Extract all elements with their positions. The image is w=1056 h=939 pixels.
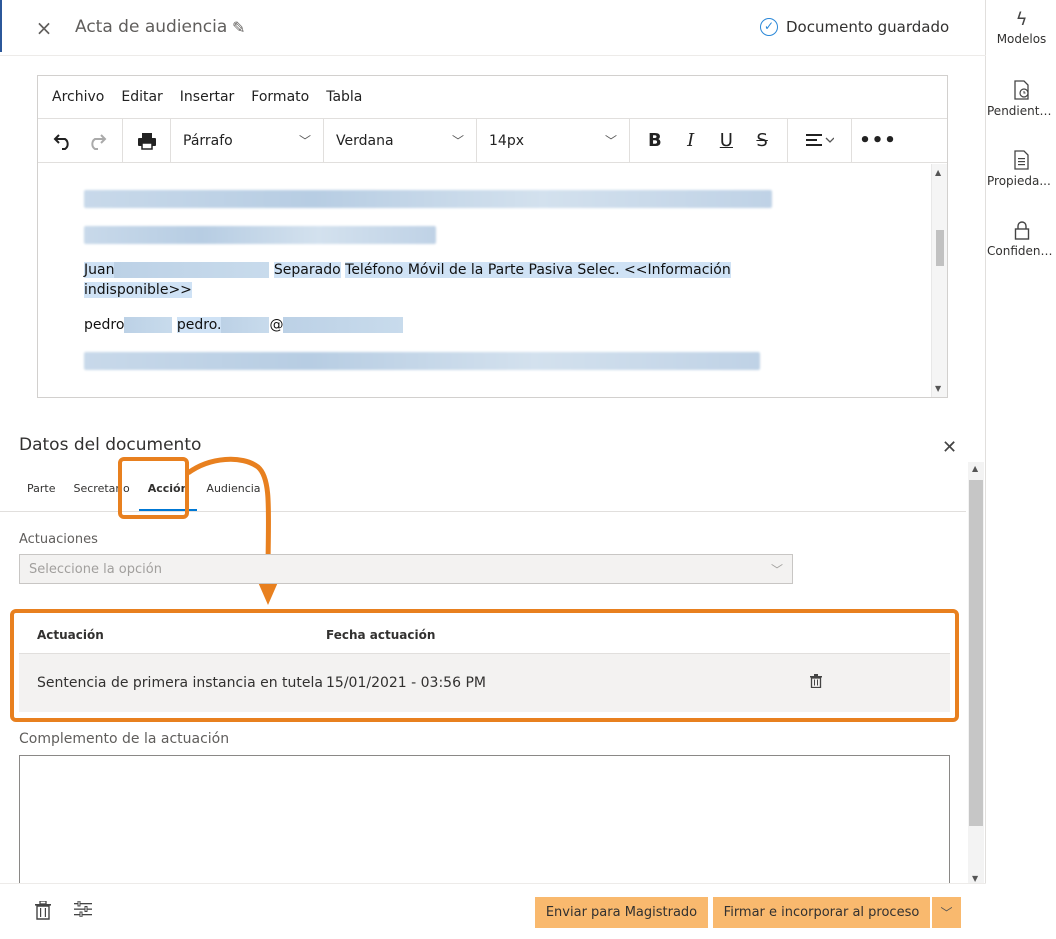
actuaciones-placeholder: Seleccione la opción [29, 561, 162, 577]
menu-insertar[interactable]: Insertar [180, 89, 235, 105]
redacted-text [84, 352, 760, 370]
scroll-up-icon[interactable]: ▲ [935, 168, 941, 177]
strikethrough-icon[interactable]: S [745, 126, 779, 156]
editor-content[interactable]: Juan Separado Teléfono Móvil de la Parte… [38, 164, 933, 397]
redacted-text [84, 226, 436, 244]
party-line-cont: indisponible>> [84, 282, 192, 298]
scroll-down-icon[interactable]: ▼ [972, 874, 978, 883]
menu-archivo[interactable]: Archivo [52, 89, 104, 105]
rail-item-label: Pendiente... [987, 104, 1056, 118]
menu-editar[interactable]: Editar [121, 89, 162, 105]
rail-item-modelos[interactable]: ϟ Modelos [987, 8, 1056, 46]
right-rail: ϟ Modelos Pendiente... Propieda... Confi… [987, 0, 1056, 939]
edit-title-icon[interactable]: ✎ [232, 18, 245, 37]
font-family-select[interactable]: Verdana ﹀ [324, 119, 477, 162]
send-magistrado-button[interactable]: Enviar para Magistrado [535, 897, 708, 928]
italic-icon[interactable]: I [674, 126, 708, 156]
chevron-down-icon: ﹀ [770, 562, 783, 577]
actuaciones-label: Actuaciones [19, 532, 98, 547]
document-clock-icon [987, 80, 1056, 104]
rich-text-editor: Archivo Editar Insertar Formato Tabla Pá… [37, 75, 948, 398]
history-group [38, 119, 123, 162]
tab-parte[interactable]: Parte [18, 475, 64, 511]
complemento-textarea[interactable] [19, 755, 950, 885]
party-line: Juan Separado Teléfono Móvil de la Parte… [84, 262, 731, 278]
chevron-down-icon: ﹀ [940, 906, 953, 920]
print-group [123, 119, 171, 162]
email-name-2: pedro. [176, 317, 222, 333]
font-family-value: Verdana [336, 132, 394, 149]
trash-icon[interactable] [35, 900, 51, 925]
block-format-select[interactable]: Párrafo ﹀ [171, 119, 324, 162]
redacted-text [221, 317, 270, 333]
tab-highlight-box [118, 457, 189, 519]
scroll-up-icon[interactable]: ▲ [972, 464, 978, 473]
panel-scrollbar[interactable]: ▲ ▼ [968, 462, 984, 885]
bold-icon[interactable]: B [638, 126, 672, 156]
party-first-name: Juan [84, 262, 115, 278]
chevron-down-icon: ﹀ [298, 134, 311, 148]
sign-incorporate-button[interactable]: Firmar e incorporar al proceso [713, 897, 930, 928]
underline-icon[interactable]: U [710, 126, 744, 156]
check-circle-icon: ✓ [760, 18, 778, 36]
email-name: pedro [84, 317, 125, 333]
menu-tabla[interactable]: Tabla [326, 89, 362, 105]
undo-icon[interactable] [46, 126, 80, 156]
rail-item-label: Confidenc... [987, 244, 1056, 258]
rail-item-pendientes[interactable]: Pendiente... [987, 80, 1056, 118]
lightning-icon: ϟ [1015, 9, 1028, 30]
align-left-icon[interactable] [796, 126, 843, 156]
table-highlight-box [10, 609, 959, 722]
save-status: ✓ Documento guardado [760, 18, 949, 36]
document-list-icon [987, 150, 1056, 174]
phone-placeholder-text-2: indisponible>> [84, 282, 192, 298]
text-style-group: B I U S [630, 119, 788, 162]
redacted-text [84, 190, 772, 208]
font-size-select[interactable]: 14px ﹀ [477, 119, 630, 162]
phone-placeholder-text: Teléfono Móvil de la Parte Pasiva Selec.… [345, 262, 731, 278]
editor-scroll-thumb[interactable] [936, 230, 944, 266]
footer-bar: Enviar para Magistrado Firmar e incorpor… [0, 883, 986, 939]
email-line: pedro pedro. @ [84, 317, 404, 333]
panel-scroll-thumb[interactable] [969, 480, 983, 826]
document-title: Acta de audiencia [75, 17, 228, 37]
more-group: ••• [852, 119, 904, 162]
font-size-value: 14px [489, 132, 524, 149]
chevron-down-icon: ﹀ [604, 134, 617, 148]
sign-options-dropdown[interactable]: ﹀ [932, 897, 961, 928]
editor-scrollbar[interactable]: ▲ ▼ [931, 164, 947, 397]
menu-formato[interactable]: Formato [251, 89, 309, 105]
email-at: @ [269, 317, 284, 333]
header-bar: × Acta de audiencia ✎ ✓ Documento guarda… [0, 0, 986, 56]
editor-menubar: Archivo Editar Insertar Formato Tabla [38, 76, 947, 119]
print-icon[interactable] [131, 126, 162, 156]
panel-title: Datos del documento [19, 435, 202, 455]
close-icon[interactable]: × [32, 16, 56, 40]
save-status-label: Documento guardado [786, 18, 950, 36]
block-format-value: Párrafo [183, 132, 233, 149]
annotation-arrow [186, 456, 282, 605]
rail-item-confidencial[interactable]: Confidenc... [987, 220, 1056, 258]
redacted-text [124, 317, 173, 333]
separator-word: Separado [273, 262, 341, 278]
complemento-label: Complemento de la actuación [19, 731, 230, 747]
rail-item-label: Propieda... [987, 174, 1051, 188]
document-editor-pane: × Acta de audiencia ✎ ✓ Documento guarda… [0, 0, 986, 939]
rail-item-propiedades[interactable]: Propieda... [987, 150, 1056, 188]
close-panel-icon[interactable]: ✕ [942, 437, 957, 458]
scroll-down-icon[interactable]: ▼ [935, 384, 941, 393]
rail-item-label: Modelos [996, 32, 1047, 46]
redo-icon[interactable] [80, 126, 114, 156]
settings-sliders-icon[interactable] [74, 900, 92, 922]
redacted-text [283, 317, 404, 333]
redacted-text [114, 262, 270, 278]
editor-toolbar: Párrafo ﹀ Verdana ﹀ 14px ﹀ B I U S ••• [38, 119, 947, 163]
actuaciones-select[interactable]: Seleccione la opción ﹀ [19, 554, 793, 584]
align-group [788, 119, 852, 162]
lock-icon [987, 220, 1056, 244]
chevron-down-icon: ﹀ [451, 134, 464, 148]
more-options-icon[interactable]: ••• [859, 126, 896, 156]
